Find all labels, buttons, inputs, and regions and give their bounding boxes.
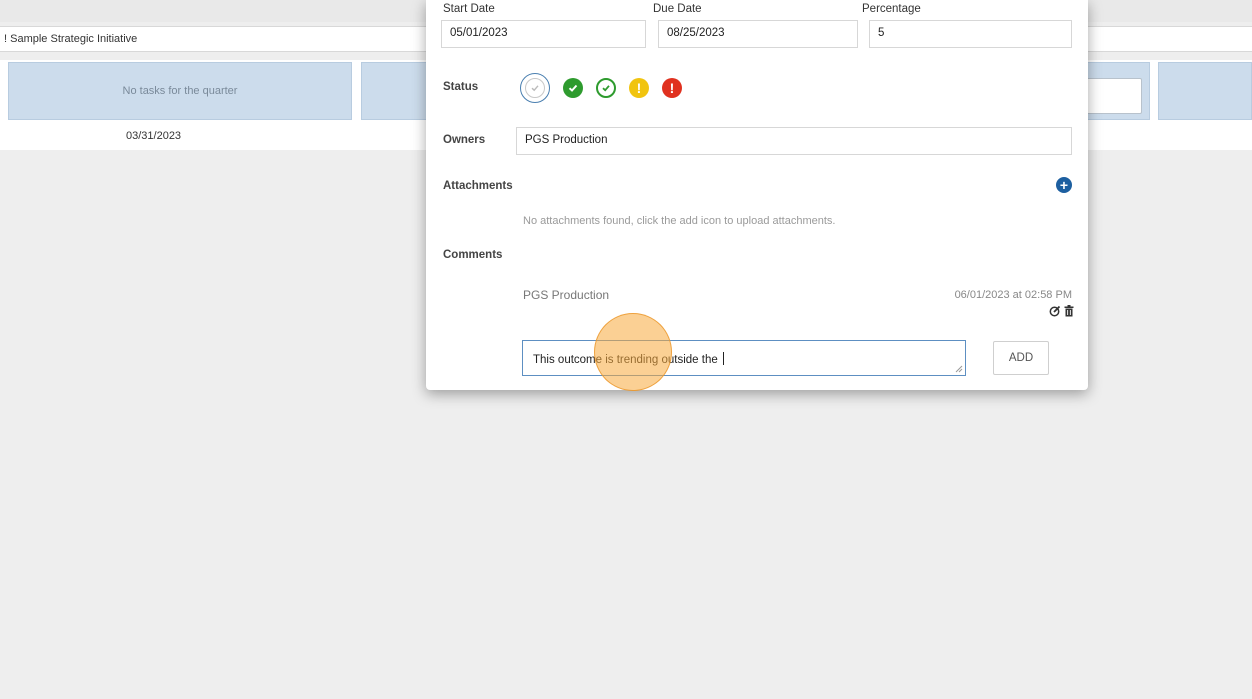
comment-timestamp: 06/01/2023 at 02:58 PM (954, 289, 1072, 301)
edit-comment-icon[interactable] (1049, 305, 1061, 320)
text-caret (722, 352, 724, 365)
initiative-title: ! Sample Strategic Initiative (4, 33, 137, 45)
due-date-field[interactable]: 08/25/2023 (658, 20, 858, 48)
quarter-cell-4[interactable] (1158, 62, 1252, 120)
delete-comment-icon[interactable] (1064, 305, 1074, 320)
add-comment-button[interactable]: ADD (993, 341, 1049, 375)
quarter-date: 03/31/2023 (126, 130, 182, 142)
initiative-prefix: ! (4, 33, 8, 45)
status-at-risk-glyph: ! (636, 80, 642, 96)
attachments-label: Attachments (443, 180, 513, 192)
status-selector: ! ! (520, 72, 695, 104)
status-off-track-glyph: ! (669, 80, 675, 96)
status-on-track-icon[interactable] (596, 78, 616, 98)
initiative-title-text: Sample Strategic Initiative (10, 33, 138, 45)
comment-input[interactable]: This outcome is trending outside the (522, 340, 966, 376)
task-detail-modal: Start Date Due Date Percentage 05/01/202… (426, 0, 1088, 390)
owners-field[interactable]: PGS Production (516, 127, 1072, 155)
click-indicator (594, 313, 672, 391)
status-off-track-icon[interactable]: ! (662, 78, 682, 98)
comments-label: Comments (443, 249, 503, 261)
status-none-option[interactable] (520, 73, 550, 103)
owners-label: Owners (443, 134, 486, 146)
start-date-label: Start Date (443, 3, 495, 15)
start-date-field[interactable]: 05/01/2023 (441, 20, 646, 48)
status-at-risk-icon[interactable]: ! (629, 78, 649, 98)
attachments-empty-text: No attachments found, click the add icon… (523, 215, 836, 227)
add-attachment-icon[interactable]: + (1056, 177, 1072, 193)
comment-actions (1038, 305, 1074, 320)
status-label: Status (443, 81, 479, 93)
resize-grip-icon[interactable] (955, 365, 963, 373)
percentage-label: Percentage (862, 3, 921, 15)
quarter-button[interactable] (1086, 78, 1142, 114)
due-date-label: Due Date (653, 3, 702, 15)
quarter-cell-1[interactable]: No tasks for the quarter (8, 62, 352, 120)
comment-author: PGS Production (523, 288, 610, 302)
status-none-icon (525, 78, 545, 98)
percentage-field[interactable]: 5 (869, 20, 1072, 48)
status-complete-icon[interactable] (563, 78, 583, 98)
quarter-empty-text: No tasks for the quarter (122, 85, 238, 97)
